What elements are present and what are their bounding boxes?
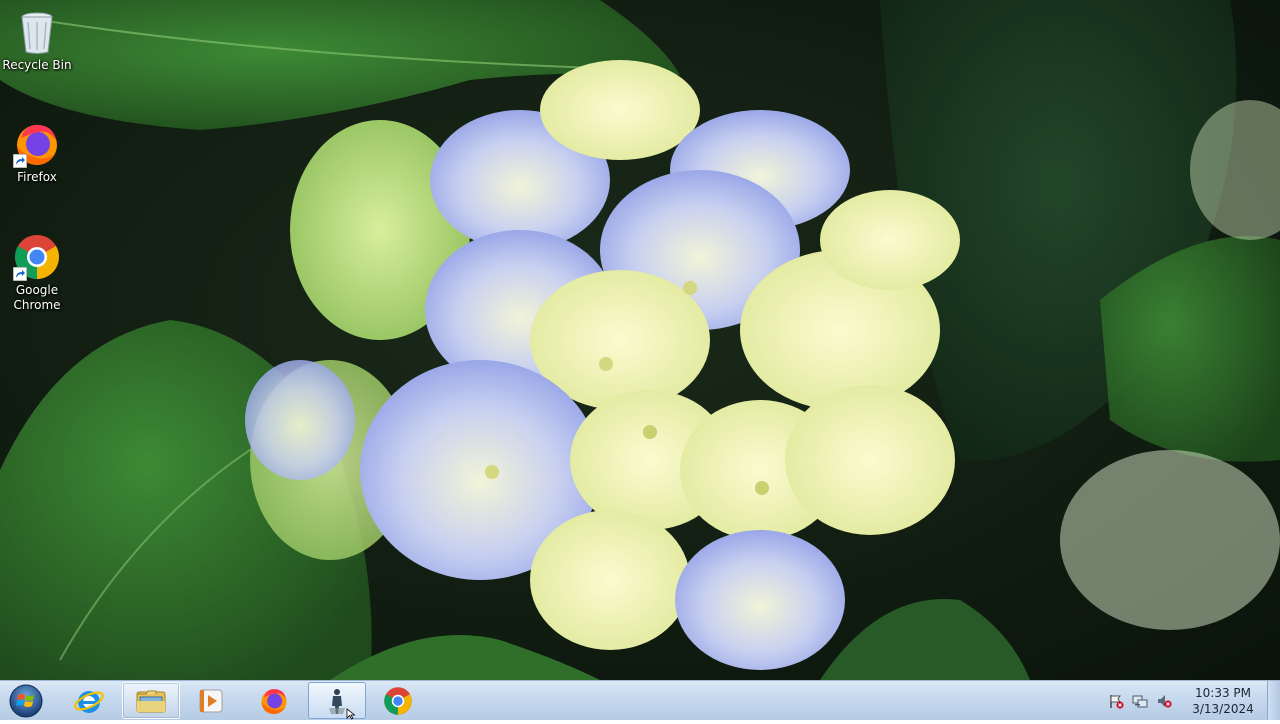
start-button[interactable]: [2, 682, 50, 720]
internet-explorer-icon: [74, 690, 104, 713]
desktop[interactable]: Recycle Bin Firefox Google Chrome: [0, 0, 1280, 680]
desktop-icon-label: Recycle Bin: [2, 58, 72, 72]
desktop-icon-recycle-bin[interactable]: Recycle Bin: [0, 8, 74, 73]
desktop-icon-label: Google Chrome: [13, 283, 61, 312]
wallpaper-hydrangea: [0, 0, 1280, 680]
taskbar-media-player[interactable]: [182, 682, 240, 719]
firefox-icon: [261, 688, 287, 714]
mouse-cursor-icon: [346, 708, 356, 720]
recycle-bin-icon: [21, 12, 53, 54]
action-center-flag-icon[interactable]: [1108, 693, 1124, 709]
taskbar-google-chrome[interactable]: [369, 682, 427, 719]
chrome-icon: [384, 686, 412, 715]
desktop-icon-label: Firefox: [17, 170, 57, 184]
volume-muted-icon[interactable]: [1156, 693, 1172, 709]
shortcut-arrow-icon: [13, 267, 27, 281]
network-icon[interactable]: [1132, 693, 1148, 709]
folder-icon: [136, 690, 166, 712]
show-desktop-button[interactable]: [1267, 681, 1280, 720]
system-tray: 10:33 PM 3/13/2024: [1110, 681, 1266, 721]
media-player-icon: [199, 689, 223, 712]
taskbar-windows-explorer[interactable]: [122, 682, 180, 719]
clock-date: 3/13/2024: [1192, 702, 1254, 716]
windows-start-orb-icon: [9, 684, 43, 718]
taskbar: 10:33 PM 3/13/2024: [0, 680, 1280, 720]
clock[interactable]: 10:33 PM 3/13/2024: [1192, 685, 1254, 717]
taskbar-firefox[interactable]: [245, 682, 303, 719]
desktop-icon-google-chrome[interactable]: Google Chrome: [0, 233, 74, 313]
clock-time: 10:33 PM: [1195, 686, 1251, 700]
desktop-icon-firefox[interactable]: Firefox: [0, 120, 74, 185]
shortcut-arrow-icon: [13, 154, 27, 168]
taskbar-internet-explorer[interactable]: [60, 682, 118, 719]
